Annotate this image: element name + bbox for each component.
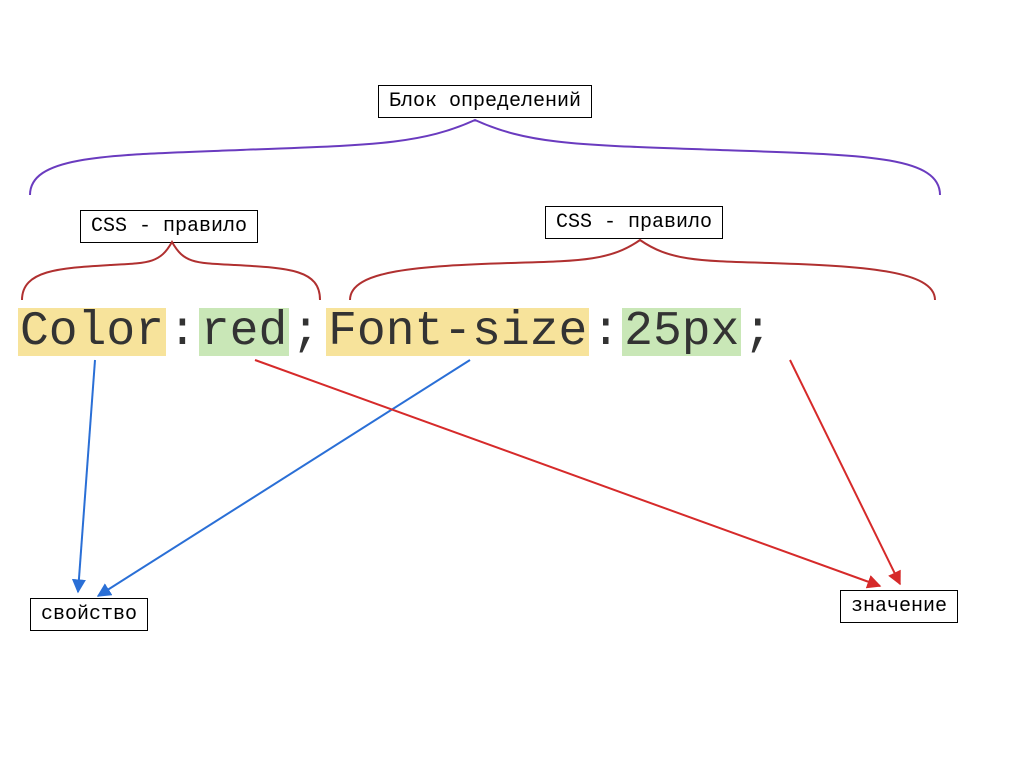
code-property-1: Color: [18, 308, 166, 356]
arrow-color-to-property-icon: [78, 360, 95, 592]
label-property: свойство: [30, 598, 148, 631]
code-colon-2: :: [589, 308, 622, 356]
label-property-text: свойство: [41, 603, 137, 626]
label-block-text: Блок определений: [389, 90, 581, 113]
label-rule-2: CSS - правило: [545, 206, 723, 239]
arrow-red-to-value-icon: [255, 360, 880, 586]
label-rule-1-text: CSS - правило: [91, 215, 247, 238]
code-value-1: red: [199, 308, 289, 356]
code-semi-2: ;: [741, 308, 774, 356]
label-value-text: значение: [851, 595, 947, 618]
code-value-2: 25px: [622, 308, 741, 356]
code-line: Color:red; Font-size:25px;: [18, 308, 774, 356]
arrow-25px-to-value-icon: [790, 360, 900, 584]
label-block: Блок определений: [378, 85, 592, 118]
code-property-2: Font-size: [326, 308, 589, 356]
label-value: значение: [840, 590, 958, 623]
brace-rule-2-icon: [350, 240, 935, 300]
label-rule-2-text: CSS - правило: [556, 211, 712, 234]
label-rule-1: CSS - правило: [80, 210, 258, 243]
code-semi-1: ;: [289, 308, 322, 356]
brace-rule-1-icon: [22, 242, 320, 300]
diagram-root: Блок определений CSS - правило CSS - пра…: [0, 0, 1024, 767]
arrow-fontsize-to-property-icon: [98, 360, 470, 596]
brace-block-icon: [30, 120, 940, 195]
code-colon-1: :: [166, 308, 199, 356]
